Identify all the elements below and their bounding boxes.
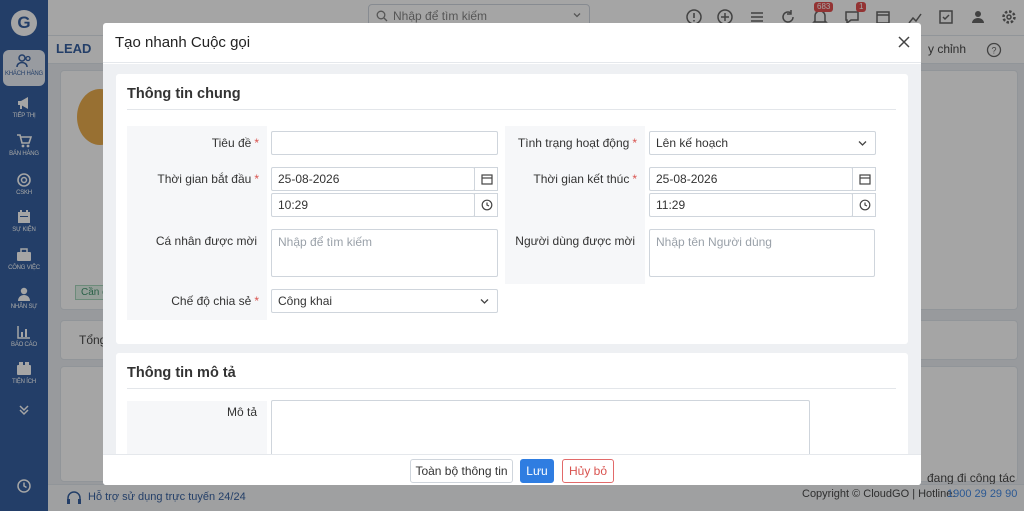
full-info-button[interactable]: Toàn bộ thông tin [410, 459, 513, 483]
modal-header: Tạo nhanh Cuộc gọi [103, 23, 921, 63]
clock-icon [859, 199, 871, 211]
status-label: Tình trạng hoạt động * [517, 136, 637, 150]
subject-label: Tiêu đề * [211, 136, 259, 150]
calendar-icon [481, 174, 493, 185]
left-label-column [127, 126, 267, 320]
modal-footer: Toàn bộ thông tin Lưu Hủy bỏ [103, 454, 921, 485]
start-time-label: Thời gian bắt đầu * [157, 172, 259, 186]
description-panel: Thông tin mô tả Mô tả [116, 353, 908, 454]
invitees-input[interactable]: Nhập để tìm kiếm [271, 229, 498, 277]
general-info-panel: Thông tin chung Tiêu đề * Tình trạng hoạt… [116, 74, 908, 344]
chevron-down-icon [480, 299, 489, 304]
start-time-input[interactable]: 10:29 [271, 193, 475, 217]
end-date-input[interactable]: 25-08-2026 [649, 167, 853, 191]
sharing-mode-value: Công khai [278, 294, 333, 308]
quick-create-call-modal: Tạo nhanh Cuộc gọi Thông tin chung Tiêu … [103, 23, 921, 485]
calendar-icon [859, 174, 871, 185]
invited-users-label: Người dùng được mời [515, 234, 635, 248]
section-title-description: Thông tin mô tả [127, 365, 236, 381]
sharing-mode-select[interactable]: Công khai [271, 289, 498, 313]
end-time-label: Thời gian kết thúc * [533, 172, 637, 186]
modal-title: Tạo nhanh Cuộc gọi [115, 34, 251, 51]
start-date-picker[interactable] [474, 167, 498, 191]
status-value: Lên kế hoạch [656, 136, 729, 150]
modal-body: Thông tin chung Tiêu đề * Tình trạng hoạt… [103, 64, 921, 454]
description-label: Mô tả [226, 405, 257, 419]
close-icon[interactable] [897, 35, 911, 49]
description-textarea[interactable] [271, 400, 810, 454]
divider [127, 109, 896, 110]
start-date-input[interactable]: 25-08-2026 [271, 167, 475, 191]
end-date-picker[interactable] [852, 167, 876, 191]
invited-users-input[interactable]: Nhập tên Người dùng [649, 229, 875, 277]
status-select[interactable]: Lên kế hoạch [649, 131, 876, 155]
subject-input[interactable] [271, 131, 498, 155]
section-title-general: Thông tin chung [127, 86, 241, 102]
start-time-picker[interactable] [474, 193, 498, 217]
sharing-mode-label: Chế độ chia sẻ * [171, 294, 259, 308]
end-time-input[interactable]: 11:29 [649, 193, 853, 217]
cancel-button[interactable]: Hủy bỏ [562, 459, 614, 483]
divider [127, 388, 896, 389]
invitees-label: Cá nhân được mời [155, 234, 257, 248]
save-button[interactable]: Lưu [520, 459, 554, 483]
end-time-picker[interactable] [852, 193, 876, 217]
clock-icon [481, 199, 493, 211]
chevron-down-icon [858, 141, 867, 146]
